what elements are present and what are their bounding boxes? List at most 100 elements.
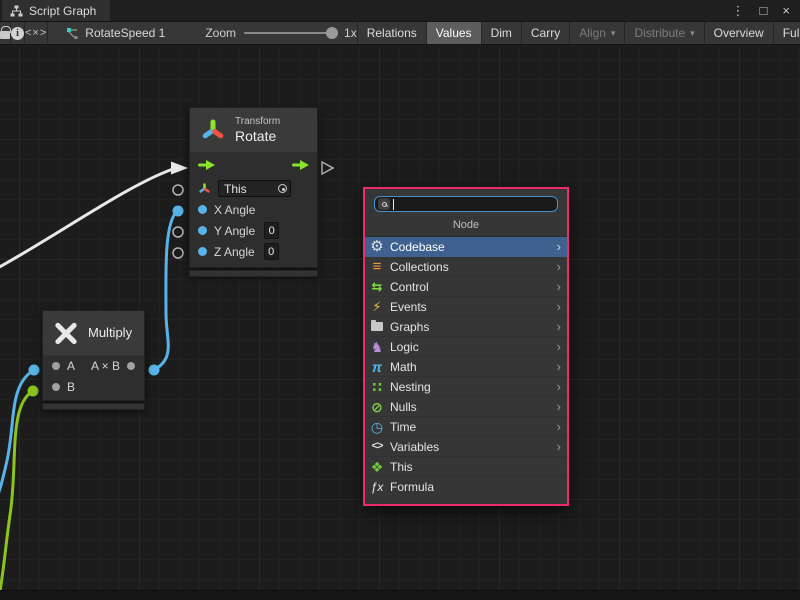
flow-wire[interactable] [0,168,176,270]
graph-canvas[interactable]: Transform Rotate [0,46,800,600]
multiply-row-b: B [43,376,144,397]
finder-item-label: Logic [390,340,552,354]
finder-item-label: Control [390,280,552,294]
title-bar: Script Graph ⋮ □ × [0,0,800,22]
multiply-node-header[interactable]: Multiply [43,311,144,355]
finder-item-graphs[interactable]: Graphs › [365,317,567,337]
chevron-right-icon: › [557,280,563,293]
tab-script-graph[interactable]: Script Graph [2,0,110,21]
fullscreen-button[interactable]: Full Screen [773,22,800,44]
search-input[interactable] [397,198,554,210]
zoom-slider-knob[interactable] [326,27,338,39]
values-button[interactable]: Values [426,22,481,44]
pi-icon [369,360,385,374]
finder-item-label: Math [390,360,552,374]
finder-item-nulls[interactable]: Nulls › [365,397,567,417]
maximize-icon[interactable]: □ [760,4,768,17]
b-label: B [67,380,75,394]
b-inner-port[interactable] [52,383,60,391]
z-angle-row: Z Angle 0 [190,241,317,262]
search-icon [378,198,390,210]
z-angle-inner-port[interactable] [198,247,207,256]
output-inner-port[interactable] [127,362,135,370]
a-label: A [67,359,75,373]
finder-item-label: Nesting [390,380,552,394]
graph-toolbar: i <×> RotateSpeed 1 Zoom 1x Relations Va… [0,22,800,45]
lock-button[interactable] [0,22,11,44]
b-input-port[interactable] [28,386,39,397]
finder-item-time[interactable]: Time › [365,417,567,437]
chevron-right-icon: › [557,240,563,253]
finder-item-codebase[interactable]: Codebase › [365,237,567,257]
this-field[interactable]: This [218,180,291,197]
target-picker-icon[interactable] [278,184,287,193]
control-flow-icon [369,280,385,293]
nesting-icon [369,380,385,394]
overview-button[interactable]: Overview [704,22,773,44]
finder-item-label: Formula [390,480,563,494]
formula-icon [369,481,385,493]
chevron-right-icon: › [557,260,563,273]
relations-button[interactable]: Relations [357,22,426,44]
transform-mini-icon [198,182,211,195]
folder-icon [369,322,385,331]
zoom-level: 1x [344,26,357,40]
clock-icon [369,420,385,434]
y-angle-value-field[interactable]: 0 [264,222,279,239]
multiply-node[interactable]: Multiply A A × B B [42,310,145,410]
y-angle-row: Y Angle 0 [190,220,317,241]
code-view-button[interactable]: <×> [25,22,48,44]
finder-item-formula[interactable]: Formula [365,477,567,497]
search-box[interactable] [374,196,558,212]
x-angle-inner-port[interactable] [198,205,207,214]
finder-item-nesting[interactable]: Nesting › [365,377,567,397]
finder-item-control[interactable]: Control › [365,277,567,297]
flow-out-arrow-icon[interactable] [292,160,309,170]
info-button[interactable]: i [11,22,25,44]
align-button[interactable]: Align ▾ [569,22,624,44]
finder-list: Codebase › Collections › Control › Event… [365,236,567,497]
null-icon [369,400,385,414]
graph-icon [10,5,23,17]
window-menu-icon[interactable]: ⋮ [732,4,745,17]
window-controls: ⋮ □ × [732,0,800,21]
toolbar-buttons: Relations Values Dim Carry Align ▾ Distr… [357,22,800,44]
finder-item-events[interactable]: Events › [365,297,567,317]
chevron-right-icon: › [557,400,563,413]
carry-button[interactable]: Carry [521,22,569,44]
rotate-node-header[interactable]: Transform Rotate [190,108,317,152]
a-input-port[interactable] [29,365,40,376]
this-port[interactable] [173,185,183,195]
chevron-right-icon: › [557,440,563,453]
finder-item-label: Time [390,420,552,434]
zangle-port[interactable] [173,248,183,258]
node-footer [189,270,318,277]
close-icon[interactable]: × [782,4,790,17]
finder-item-logic[interactable]: Logic › [365,337,567,357]
multiply-row-a: A A × B [43,355,144,376]
finder-item-math[interactable]: Math › [365,357,567,377]
chevron-down-icon: ▾ [611,28,616,39]
zoom-slider[interactable] [244,32,336,34]
finder-item-collections[interactable]: Collections › [365,257,567,277]
y-angle-inner-port[interactable] [198,226,207,235]
flow-in-arrow-icon[interactable] [198,160,215,170]
a-inner-port[interactable] [52,362,60,370]
flow-output-port[interactable] [322,162,333,174]
yangle-port[interactable] [173,227,183,237]
finder-item-this[interactable]: This [365,457,567,477]
multiply-output-port[interactable] [149,365,160,376]
rotate-node[interactable]: Transform Rotate [189,107,318,277]
xangle-input-port[interactable] [173,206,184,217]
z-angle-value-field[interactable]: 0 [264,243,279,260]
multiply-icon [53,320,79,346]
chevron-down-icon: ▾ [690,28,695,39]
wire-into-b[interactable] [0,391,33,600]
finder-item-variables[interactable]: Variables › [365,437,567,457]
breadcrumb[interactable]: RotateSpeed 1 [48,22,179,44]
distribute-button[interactable]: Distribute ▾ [624,22,703,44]
z-angle-label: Z Angle [214,245,255,259]
dim-button[interactable]: Dim [481,22,521,44]
transform-icon [200,117,226,143]
fuzzy-finder: Node Codebase › Collections › Control › [363,187,569,506]
